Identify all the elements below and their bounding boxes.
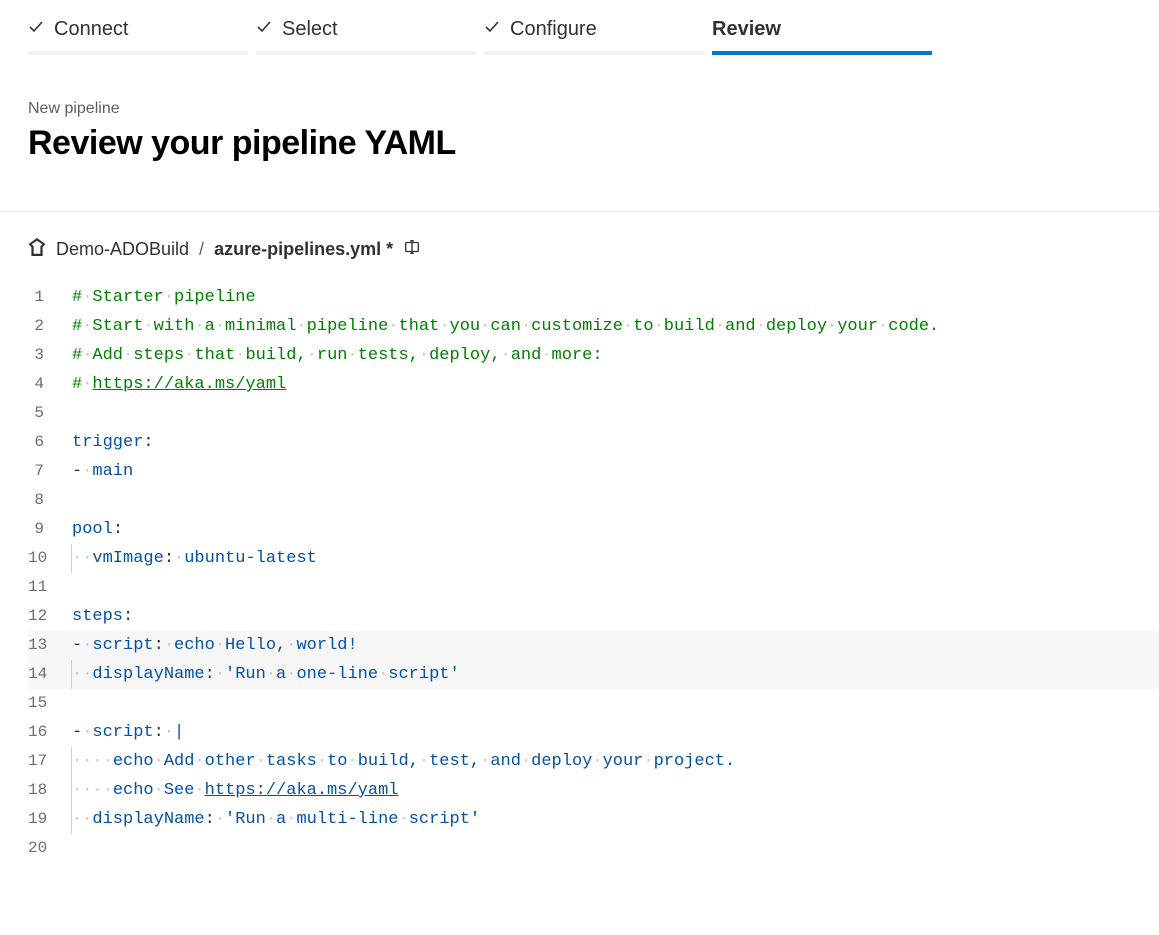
code-line[interactable]: 3#·Add·steps·that·build,·run·tests,·depl… <box>28 341 1159 370</box>
line-number: 18 <box>28 776 72 805</box>
code-line[interactable]: 6trigger: <box>28 428 1159 457</box>
line-number: 13 <box>28 631 72 660</box>
code-content[interactable]: trigger: <box>72 428 1159 457</box>
line-number: 2 <box>28 312 72 341</box>
line-number: 1 <box>28 283 72 312</box>
code-line[interactable]: 14··displayName:·'Run·a·one-line·script' <box>28 660 1159 689</box>
yaml-editor[interactable]: 1#·Starter·pipeline2#·Start·with·a·minim… <box>0 279 1159 863</box>
line-number: 11 <box>28 573 72 602</box>
code-content[interactable]: ··displayName:·'Run·a·multi-line·script' <box>72 805 1159 834</box>
line-number: 6 <box>28 428 72 457</box>
check-icon <box>484 18 500 41</box>
code-content[interactable]: ····echo·See·https://aka.ms/yaml <box>72 776 1159 805</box>
step-label: Select <box>282 18 338 41</box>
code-line[interactable]: 12steps: <box>28 602 1159 631</box>
line-number: 15 <box>28 689 72 718</box>
step-select[interactable]: Select <box>256 18 476 55</box>
code-line[interactable]: 17····echo·Add·other·tasks·to·build,·tes… <box>28 747 1159 776</box>
line-number: 10 <box>28 544 72 573</box>
code-line[interactable]: 5 <box>28 399 1159 428</box>
step-underline <box>28 51 248 55</box>
code-content[interactable]: #·Starter·pipeline <box>72 283 1159 312</box>
code-content[interactable]: steps: <box>72 602 1159 631</box>
line-number: 14 <box>28 660 72 689</box>
line-number: 17 <box>28 747 72 776</box>
code-content[interactable]: #·Start·with·a·minimal·pipeline·that·you… <box>72 312 1159 341</box>
code-line[interactable]: 15 <box>28 689 1159 718</box>
wizard-stepper: Connect Select Configure Review <box>0 0 1159 55</box>
code-content[interactable]: ··displayName:·'Run·a·one-line·script' <box>72 660 1159 689</box>
step-underline <box>712 51 932 55</box>
code-content[interactable] <box>72 486 1159 515</box>
code-content[interactable]: #·https://aka.ms/yaml <box>72 370 1159 399</box>
code-line[interactable]: 9pool: <box>28 515 1159 544</box>
code-line[interactable]: 8 <box>28 486 1159 515</box>
breadcrumb: New pipeline <box>28 100 1131 118</box>
code-content[interactable]: pool: <box>72 515 1159 544</box>
repo-name[interactable]: Demo-ADOBuild <box>56 239 189 260</box>
line-number: 12 <box>28 602 72 631</box>
code-content[interactable]: ··vmImage:·ubuntu-latest <box>72 544 1159 573</box>
code-content[interactable]: #·Add·steps·that·build,·run·tests,·deplo… <box>72 341 1159 370</box>
check-icon <box>28 18 44 41</box>
line-number: 3 <box>28 341 72 370</box>
path-separator: / <box>199 239 204 260</box>
check-icon <box>256 18 272 41</box>
code-line[interactable]: 7-·main <box>28 457 1159 486</box>
code-content[interactable] <box>72 399 1159 428</box>
code-line[interactable]: 13-·script:·echo·Hello,·world! <box>28 631 1159 660</box>
line-number: 19 <box>28 805 72 834</box>
line-number: 4 <box>28 370 72 399</box>
rename-file-button[interactable] <box>403 238 421 261</box>
code-content[interactable]: -·main <box>72 457 1159 486</box>
line-number: 8 <box>28 486 72 515</box>
line-number: 20 <box>28 834 72 863</box>
step-configure[interactable]: Configure <box>484 18 704 55</box>
code-line[interactable]: 20 <box>28 834 1159 863</box>
code-line[interactable]: 16-·script:·| <box>28 718 1159 747</box>
step-underline <box>256 51 476 55</box>
step-label: Configure <box>510 18 597 41</box>
file-path-bar: Demo-ADOBuild / azure-pipelines.yml * <box>0 212 1159 279</box>
file-name: azure-pipelines.yml * <box>214 239 393 260</box>
rename-icon <box>403 240 421 260</box>
step-label: Connect <box>54 18 129 41</box>
page-title: Review your pipeline YAML <box>28 124 1131 163</box>
step-underline <box>484 51 704 55</box>
repo-icon <box>28 238 46 261</box>
code-line[interactable]: 1#·Starter·pipeline <box>28 283 1159 312</box>
code-line[interactable]: 18····echo·See·https://aka.ms/yaml <box>28 776 1159 805</box>
code-content[interactable] <box>72 834 1159 863</box>
code-line[interactable]: 4#·https://aka.ms/yaml <box>28 370 1159 399</box>
code-line[interactable]: 11 <box>28 573 1159 602</box>
step-label: Review <box>712 18 781 41</box>
code-content[interactable]: -·script:·| <box>72 718 1159 747</box>
step-connect[interactable]: Connect <box>28 18 248 55</box>
line-number: 9 <box>28 515 72 544</box>
page-header: New pipeline Review your pipeline YAML <box>0 55 1159 187</box>
line-number: 7 <box>28 457 72 486</box>
code-content[interactable] <box>72 689 1159 718</box>
line-number: 16 <box>28 718 72 747</box>
code-line[interactable]: 10··vmImage:·ubuntu-latest <box>28 544 1159 573</box>
code-line[interactable]: 2#·Start·with·a·minimal·pipeline·that·yo… <box>28 312 1159 341</box>
code-content[interactable]: ····echo·Add·other·tasks·to·build,·test,… <box>72 747 1159 776</box>
step-review[interactable]: Review <box>712 18 932 55</box>
code-line[interactable]: 19··displayName:·'Run·a·multi-line·scrip… <box>28 805 1159 834</box>
code-content[interactable]: -·script:·echo·Hello,·world! <box>72 631 1159 660</box>
line-number: 5 <box>28 399 72 428</box>
code-content[interactable] <box>72 573 1159 602</box>
